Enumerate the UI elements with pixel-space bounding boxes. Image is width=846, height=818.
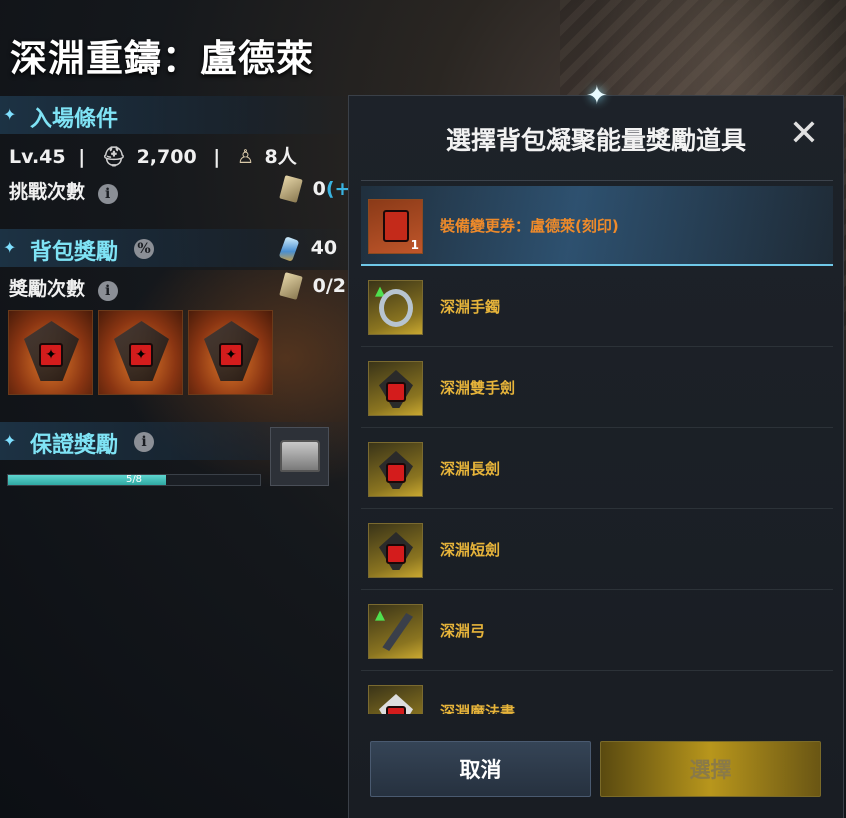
person-icon: ♙ (236, 146, 254, 168)
list-item[interactable]: ▲ 深淵手鐲 (361, 267, 833, 347)
voucher-icon: 1 (368, 199, 423, 254)
list-item[interactable]: 1 裝備變更券：盧德萊(刻印) (361, 186, 833, 266)
chest-icon (280, 440, 320, 472)
page-title: 深淵重鑄：盧德萊 (10, 37, 314, 80)
reward-item-shield[interactable]: ✦ (98, 310, 183, 395)
power-text: 2,700 (136, 146, 197, 168)
select-button[interactable]: 選擇 (600, 741, 821, 797)
entry-stats: Lv.45 | ⛑ 2,700 | ♙ 8人 (9, 142, 297, 169)
ticket-icon (279, 175, 303, 203)
gem-count: 40 (310, 237, 338, 259)
bow-icon: ▲ (368, 604, 423, 659)
divider (361, 180, 833, 181)
challenge-count-row: 挑戰次數 i (9, 177, 118, 204)
item-name: 裝備變更券：盧德萊(刻印) (440, 217, 619, 235)
challenge-label: 挑戰次數 (9, 181, 86, 203)
item-list[interactable]: 1 裝備變更券：盧德萊(刻印) ▲ 深淵手鐲 深淵雙手劍 深淵長劍 深淵短劍 ▲… (361, 186, 833, 714)
upgrade-arrow-icon: ▲ (375, 608, 385, 623)
item-name: 深淵魔法書 (440, 703, 516, 714)
list-item[interactable]: 深淵長劍 (361, 429, 833, 509)
sparkle-icon: ✦ (3, 238, 17, 257)
crystal-icon (278, 235, 300, 262)
guarantee-chest[interactable] (270, 427, 329, 486)
sparkle-icon: ✦ (3, 431, 17, 450)
dialog-title: 選擇背包凝聚能量獎勵道具 (445, 126, 746, 155)
guarantee-progress-bar: 5/8 (7, 474, 261, 486)
reward-count-row: 獎勵次數 i (9, 274, 118, 301)
list-item[interactable]: 深淵雙手劍 (361, 348, 833, 428)
greatsword-icon (368, 361, 423, 416)
item-name: 深淵短劍 (440, 541, 501, 559)
reward-count-value: 0/2 (312, 274, 347, 297)
ticket-icon (279, 272, 303, 300)
reward-count-value-row: 0/2 (279, 272, 347, 300)
item-name: 深淵雙手劍 (440, 379, 516, 397)
longsword-icon (368, 442, 423, 497)
info-icon[interactable]: i (97, 281, 118, 301)
bag-reward-header-label: 背包獎勵 (30, 240, 119, 265)
dagger-icon (368, 523, 423, 578)
spellbook-icon (368, 685, 423, 714)
list-item[interactable]: 深淵短劍 (361, 510, 833, 590)
divider: | (213, 146, 221, 168)
progress-text: 5/8 (125, 474, 143, 485)
helmet-icon: ⛑ (101, 146, 126, 168)
divider: | (78, 146, 86, 168)
reward-count-label: 獎勵次數 (9, 278, 86, 300)
players-text: 8人 (264, 146, 297, 168)
rune-badge-icon: ✦ (219, 343, 243, 367)
sparkle-icon: ✦ (586, 81, 608, 111)
rune-badge-icon: ✦ (39, 343, 63, 367)
level-text: Lv.45 (9, 146, 66, 168)
entry-section-header: ✦ 入場條件 (0, 96, 355, 134)
gem-count-row: 40 (278, 235, 338, 262)
item-name: 深淵長劍 (440, 460, 501, 478)
percent-icon[interactable]: % (134, 239, 154, 259)
list-item[interactable]: 深淵魔法書 (361, 672, 833, 714)
sparkle-icon: ✦ (3, 105, 17, 124)
entry-header-label: 入場條件 (30, 107, 119, 132)
guarantee-header-label: 保證獎勵 (30, 433, 119, 458)
item-name: 深淵手鐲 (440, 298, 501, 316)
info-icon[interactable]: i (134, 432, 154, 452)
rune-badge-icon: ✦ (129, 343, 153, 367)
bracelet-icon: ▲ (368, 280, 423, 335)
close-icon[interactable]: ✕ (786, 116, 822, 154)
item-name: 深淵弓 (440, 622, 486, 640)
reward-item-spear[interactable]: ✦ (188, 310, 273, 395)
list-item[interactable]: ▲ 深淵弓 (361, 591, 833, 671)
info-icon[interactable]: i (97, 184, 118, 204)
item-count: 1 (410, 238, 419, 252)
reward-select-dialog: ✦ 選擇背包凝聚能量獎勵道具 ✕ 1 裝備變更券：盧德萊(刻印) ▲ 深淵手鐲 … (348, 81, 844, 818)
reward-item-axe[interactable]: ✦ (8, 310, 93, 395)
cancel-button[interactable]: 取消 (370, 741, 591, 797)
